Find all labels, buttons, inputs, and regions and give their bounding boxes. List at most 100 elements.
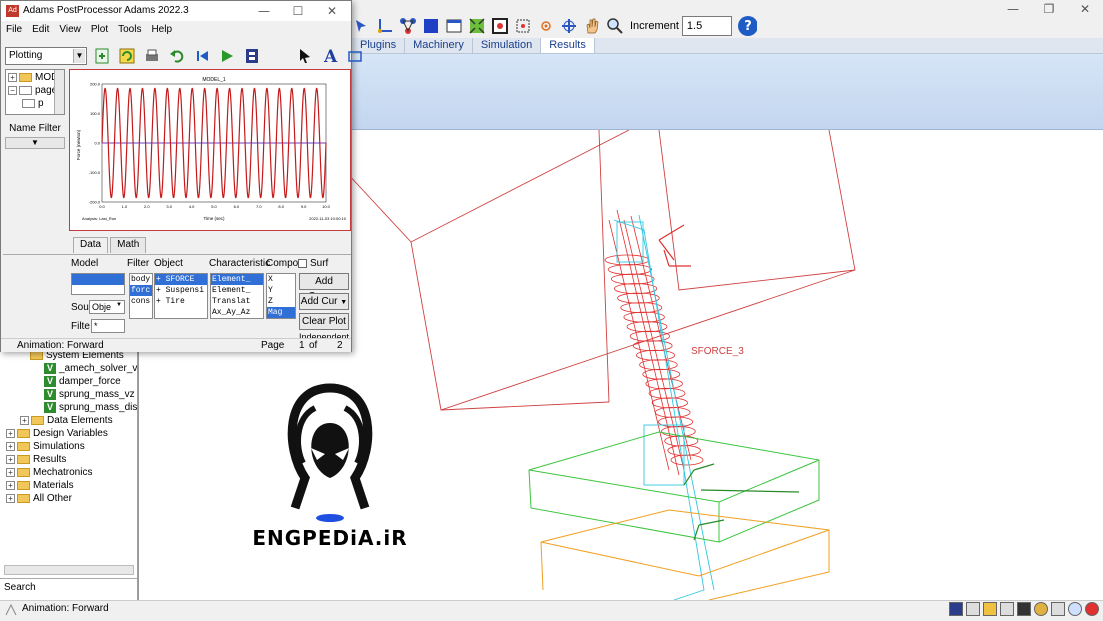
new-page-icon[interactable] xyxy=(92,46,112,66)
tree-item-materials[interactable]: + Materials xyxy=(6,479,74,492)
undo-icon[interactable] xyxy=(167,46,187,66)
text-tool-icon[interactable]: A xyxy=(320,46,340,66)
menu-edit[interactable]: Edit xyxy=(27,23,54,39)
expand-icon[interactable]: + xyxy=(6,468,15,477)
menu-view[interactable]: View xyxy=(54,23,86,39)
object-list[interactable]: + SFORCE + Suspensi + Tire xyxy=(154,273,208,319)
filmstrip-icon[interactable] xyxy=(242,46,262,66)
list-item-selected[interactable]: Element_ xyxy=(211,274,263,285)
list-item[interactable]: + Suspensi xyxy=(155,285,207,296)
info-icon[interactable] xyxy=(1068,602,1082,616)
list-item[interactable]: Z xyxy=(267,296,295,307)
icons-toggle-icon[interactable] xyxy=(983,602,997,616)
graph-icon[interactable] xyxy=(966,602,980,616)
list-item[interactable]: Translat xyxy=(211,296,263,307)
menu-help[interactable]: Help xyxy=(146,23,177,39)
list-item[interactable]: + Tire xyxy=(155,296,207,307)
menu-tools[interactable]: Tools xyxy=(113,23,146,39)
horizontal-scrollbar[interactable] xyxy=(4,565,134,575)
list-item-selected[interactable]: + SFORCE xyxy=(155,274,207,285)
window-icon[interactable] xyxy=(444,16,464,36)
render-icon[interactable] xyxy=(1017,602,1031,616)
expand-icon[interactable]: + xyxy=(20,416,29,425)
tree-item-results[interactable]: + Results xyxy=(6,453,66,466)
view-icon[interactable] xyxy=(949,602,963,616)
table-icon[interactable] xyxy=(1000,602,1014,616)
print-icon[interactable] xyxy=(142,46,162,66)
tab-math[interactable]: Math xyxy=(110,237,147,253)
list-item[interactable]: cons xyxy=(130,296,152,307)
mode-select[interactable]: Plotting ▼ xyxy=(5,47,87,65)
list-item[interactable]: Y xyxy=(267,285,295,296)
plot-area[interactable]: MODEL_1 200.0 100.0 0.0 -100.0 -200.0 0.0 1.0… xyxy=(69,69,351,231)
model-list[interactable] xyxy=(71,273,125,295)
search-field[interactable]: Search xyxy=(0,578,137,598)
rotate-icon[interactable] xyxy=(559,16,579,36)
center-icon[interactable] xyxy=(513,16,533,36)
pointer-icon[interactable] xyxy=(295,46,315,66)
restore-icon[interactable]: ❐ xyxy=(1031,0,1067,18)
expand-icon[interactable]: + xyxy=(6,455,15,464)
list-item-selected[interactable]: Mag xyxy=(267,307,295,318)
tree-item[interactable]: V _amech_solver_va xyxy=(44,362,143,375)
help-icon[interactable]: ? xyxy=(737,16,757,36)
pp-tree-item-plot[interactable]: p xyxy=(22,97,44,110)
rectangle-tool-icon[interactable] xyxy=(345,46,365,66)
tree-item[interactable]: Vsprung_mass_vz xyxy=(44,388,135,401)
pp-minimize-icon[interactable]: — xyxy=(247,2,281,20)
fit-view-icon[interactable] xyxy=(467,16,487,36)
pp-close-icon[interactable]: ✕ xyxy=(315,2,349,20)
pan-hand-icon[interactable] xyxy=(582,16,602,36)
expand-icon[interactable]: + xyxy=(6,481,15,490)
tab-data[interactable]: Data xyxy=(73,237,109,253)
clear-plot-button[interactable]: Clear Plot xyxy=(299,313,349,330)
list-item[interactable]: Ax_Ay_Az xyxy=(211,307,263,318)
pp-maximize-icon[interactable]: ☐ xyxy=(281,2,315,20)
component-list[interactable]: X Y Z Mag xyxy=(266,273,296,319)
expand-icon[interactable]: + xyxy=(8,73,17,82)
tab-simulation[interactable]: Simulation xyxy=(473,38,542,53)
source-select[interactable]: Obje ▼ xyxy=(89,300,125,314)
tree-scrollbar[interactable] xyxy=(54,70,64,114)
tree-item-mechatronics[interactable]: + Mechatronics xyxy=(6,466,92,479)
play-icon[interactable] xyxy=(217,46,237,66)
expand-icon[interactable]: + xyxy=(6,494,15,503)
globe-icon[interactable] xyxy=(1034,602,1048,616)
chevron-down-icon[interactable]: ▼ xyxy=(5,137,65,149)
collapse-icon[interactable]: − xyxy=(8,86,17,95)
list-item-selected[interactable]: forc xyxy=(130,285,152,296)
zoom-icon[interactable] xyxy=(605,16,625,36)
pp-tree-item-page[interactable]: − page xyxy=(8,84,57,97)
tree-item[interactable]: Vdamper_force xyxy=(44,375,121,388)
tree-item-design-variables[interactable]: + Design Variables xyxy=(6,427,108,440)
list-item[interactable]: Element_ xyxy=(211,285,263,296)
increment-input[interactable] xyxy=(681,16,732,36)
list-item[interactable]: X xyxy=(267,274,295,285)
add-curves-button[interactable]: Add Curves xyxy=(299,273,349,302)
name-filter[interactable]: Name Filter ▼ xyxy=(5,123,65,155)
tree-item-all-other[interactable]: + All Other xyxy=(6,492,72,505)
add-curves-dropdown[interactable]: Add Cur ▼ xyxy=(299,293,349,310)
list-item-selected[interactable] xyxy=(72,274,124,285)
close-icon[interactable]: ✕ xyxy=(1067,0,1103,18)
pp-title-bar[interactable]: Ad Adams PostProcessor Adams 2022.3 — ☐ … xyxy=(1,1,351,21)
tree-item-simulations[interactable]: + Simulations xyxy=(6,440,85,453)
target-icon[interactable] xyxy=(536,16,556,36)
menu-file[interactable]: File xyxy=(1,23,27,39)
list-item[interactable]: body xyxy=(130,274,152,285)
minimize-icon[interactable]: — xyxy=(995,0,1031,18)
expand-icon[interactable]: + xyxy=(6,442,15,451)
warning-icon[interactable] xyxy=(1051,602,1065,616)
characteristic-list[interactable]: Element_ Element_ Translat Ax_Ay_Az xyxy=(210,273,264,319)
tree-item-data-elements[interactable]: + Data Elements xyxy=(20,414,113,427)
pp-tree-item-model[interactable]: + MOD xyxy=(8,71,58,84)
axis-triad-icon[interactable] xyxy=(375,16,395,36)
solid-box-icon[interactable] xyxy=(421,16,441,36)
zoom-box-icon[interactable] xyxy=(490,16,510,36)
tab-machinery[interactable]: Machinery xyxy=(405,38,473,53)
filter-input[interactable]: * xyxy=(91,319,125,333)
tab-results[interactable]: Results xyxy=(541,38,595,53)
stop-icon[interactable] xyxy=(1085,602,1099,616)
filter-list[interactable]: body forc cons xyxy=(129,273,153,319)
surf-checkbox[interactable] xyxy=(298,259,307,268)
